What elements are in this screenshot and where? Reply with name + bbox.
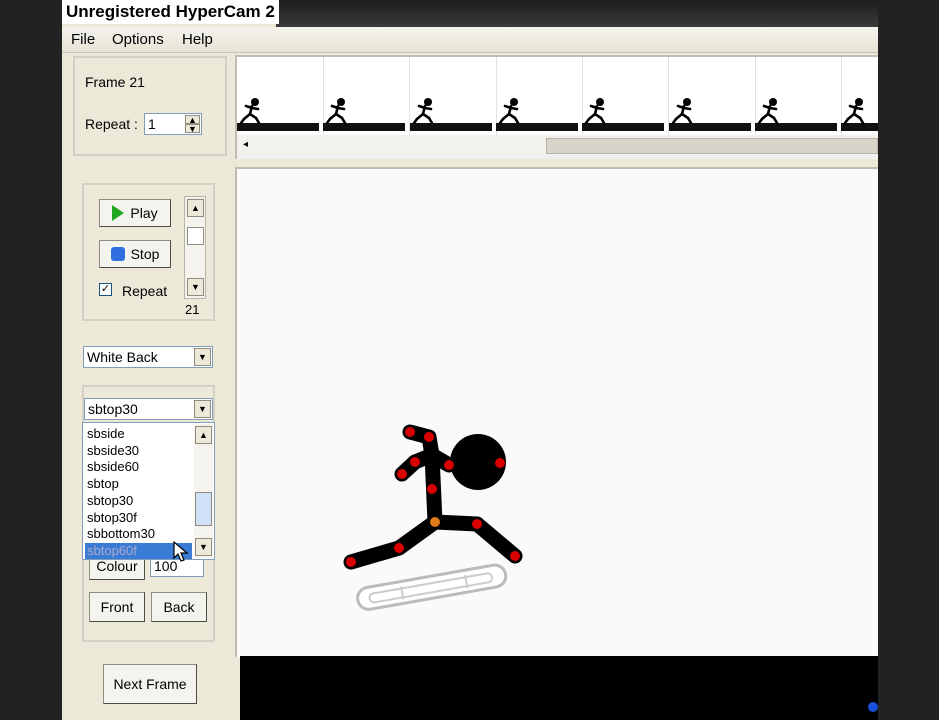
repeat-checkbox[interactable]: ✓	[99, 283, 112, 296]
back-label: Back	[163, 599, 195, 615]
title-bar	[276, 0, 878, 27]
mini-stick-figure	[325, 98, 347, 125]
menu-help[interactable]: Help	[182, 31, 213, 48]
figure-option[interactable]: sbtop	[87, 476, 192, 492]
play-button[interactable]: Play	[99, 199, 171, 227]
next-frame-label: Next Frame	[113, 676, 187, 692]
spin-down-icon[interactable]: ▼	[185, 124, 200, 134]
timeline-scroll-thumb[interactable]	[546, 138, 878, 154]
figure-option[interactable]: sbtop30	[87, 493, 192, 509]
figure-option[interactable]: sbside	[87, 426, 192, 442]
play-label: Play	[130, 205, 158, 221]
repeat-label: Repeat :	[85, 116, 138, 132]
next-frame-button[interactable]: Next Frame	[103, 664, 197, 704]
skateboard	[356, 563, 508, 611]
frame-thumbnail[interactable]	[323, 57, 411, 135]
repeat-value: 1	[148, 116, 156, 132]
scroll-thumb[interactable]	[187, 227, 204, 245]
menu-bar: File Options Help	[62, 27, 878, 53]
mini-stick-figure	[843, 98, 865, 125]
front-label: Front	[100, 599, 134, 615]
scroll-left-icon[interactable]: ◂	[243, 139, 248, 150]
stick-figure[interactable]	[237, 169, 878, 657]
background-select-value: White Back	[87, 349, 158, 365]
speed-value: 21	[185, 302, 200, 317]
chevron-down-icon: ▼	[194, 400, 211, 418]
mini-stick-figure	[498, 98, 520, 125]
list-scroll-up-icon[interactable]: ▲	[195, 426, 212, 444]
frame-thumbnail[interactable]	[495, 57, 583, 135]
menu-options[interactable]: Options	[112, 31, 164, 48]
list-scrollbar[interactable]: ▲ ▼	[194, 424, 213, 558]
figure-option[interactable]: sbtop30f	[87, 510, 192, 526]
front-button[interactable]: Front	[89, 592, 145, 622]
mini-stick-figure	[671, 98, 692, 125]
stop-label: Stop	[130, 246, 160, 262]
mini-stick-figure	[412, 98, 433, 125]
animation-canvas[interactable]	[235, 167, 878, 657]
repeat-spinner[interactable]: 1 ▲ ▼	[144, 113, 202, 135]
figure-option[interactable]: sbside60	[87, 459, 192, 475]
frame-number-label: Frame 21	[85, 74, 145, 90]
menu-file[interactable]: File	[71, 31, 95, 48]
scroll-up-icon[interactable]: ▲	[187, 199, 204, 217]
list-scroll-down-icon[interactable]: ▼	[195, 538, 212, 556]
frame-thumbnail[interactable]	[668, 57, 756, 135]
frame-thumbnail[interactable]	[237, 57, 324, 135]
play-icon	[112, 205, 125, 221]
frame-thumbnail[interactable]	[582, 57, 670, 135]
timeline[interactable]: ◂	[235, 55, 878, 159]
figure-select-value: sbtop30	[88, 401, 138, 417]
list-scroll-thumb[interactable]	[195, 492, 212, 526]
figure-dropdown-list[interactable]: sbside sbside30 sbside60 sbtop sbtop30 sbtop3…	[82, 422, 215, 560]
frame-thumbnail[interactable]	[754, 57, 842, 135]
figure-type-select[interactable]: sbtop30 ▼	[84, 398, 213, 420]
chevron-down-icon: ▼	[194, 348, 211, 366]
recorder-watermark: Unregistered HyperCam 2	[62, 0, 279, 24]
mini-stick-figure	[239, 98, 261, 125]
timeline-scrollbar[interactable]: ◂	[239, 137, 878, 155]
figure-option[interactable]: sbside30	[87, 443, 192, 459]
stop-button[interactable]: Stop	[99, 240, 171, 268]
scroll-down-icon[interactable]: ▼	[187, 278, 204, 296]
back-button[interactable]: Back	[151, 592, 207, 622]
mini-stick-figure	[757, 98, 779, 125]
stop-icon	[110, 247, 125, 261]
status-dot	[868, 702, 878, 712]
frame-thumbnails	[237, 57, 878, 135]
figure-option[interactable]: sbbottom30	[87, 526, 192, 542]
frame-thumbnail[interactable]	[841, 57, 878, 135]
bottom-black-area	[240, 656, 878, 720]
frame-info-panel	[73, 56, 227, 156]
speed-scrollbar[interactable]: ▲ ▼	[184, 196, 206, 299]
cursor-icon	[173, 541, 189, 562]
repeat-checkbox-label: Repeat	[122, 283, 168, 299]
background-select[interactable]: White Back ▼	[83, 346, 213, 368]
frame-thumbnail[interactable]	[409, 57, 497, 135]
mini-stick-figure	[584, 98, 606, 125]
colour-label: Colour	[96, 558, 138, 574]
